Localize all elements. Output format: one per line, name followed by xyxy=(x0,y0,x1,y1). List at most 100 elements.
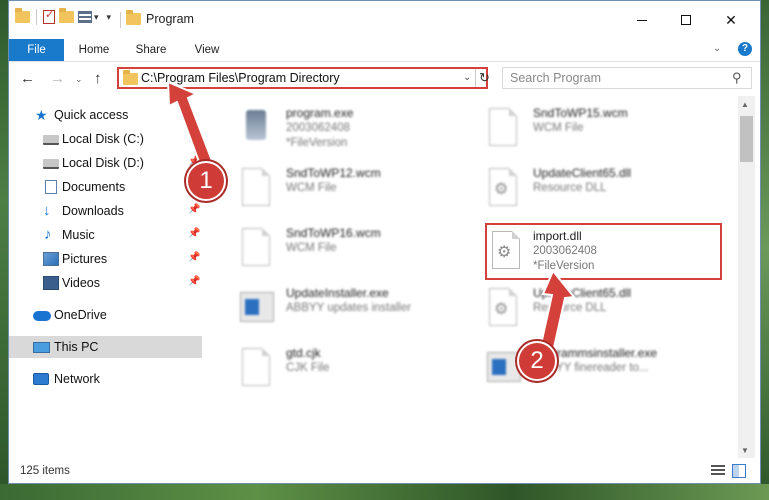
pictures-icon xyxy=(43,252,59,266)
file-name: gtd.cjk xyxy=(286,346,321,360)
pin-icon[interactable]: 📌 xyxy=(188,204,200,215)
pin-icon[interactable]: 📌 xyxy=(188,276,200,287)
sidebar-item-music[interactable]: ♪ Music 📌 xyxy=(9,224,202,246)
file-detail: ABBYY updates installer xyxy=(286,302,412,314)
file-item[interactable]: SndToWP16.wcm WCM File xyxy=(238,226,468,280)
file-name: SndToWP12.wcm xyxy=(286,166,381,180)
back-arrow-icon[interactable]: ← xyxy=(20,70,35,87)
status-bar: 125 items xyxy=(9,458,760,483)
navigation-bar: ← → ⌄ ↑ C:\Program Files\Program Directo… xyxy=(9,62,760,96)
file-detail: WCM File xyxy=(286,182,337,194)
file-detail: WCM File xyxy=(533,122,584,134)
sidebar-item-label: Pictures xyxy=(62,252,108,266)
scroll-down-icon[interactable]: ▼ xyxy=(741,446,749,455)
recent-locations-chevron-icon[interactable]: ⌄ xyxy=(75,74,83,85)
sidebar-item-documents[interactable]: Documents 📌 xyxy=(9,176,202,198)
videos-icon xyxy=(43,276,59,290)
file-name: UpdateClient65.dll xyxy=(533,286,632,300)
minimize-button[interactable] xyxy=(619,1,665,39)
up-arrow-icon[interactable]: ↑ xyxy=(94,70,102,87)
new-folder-icon[interactable] xyxy=(59,8,74,23)
pin-icon[interactable]: 📌 xyxy=(188,228,200,239)
cloud-icon xyxy=(33,311,51,321)
title-folder-icon xyxy=(126,10,141,25)
tab-share[interactable]: Share xyxy=(127,39,175,61)
properties-icon[interactable] xyxy=(78,11,92,23)
file-icon xyxy=(238,346,274,390)
pin-icon[interactable]: 📌 xyxy=(188,132,200,143)
file-name: UpdateClient65.dll xyxy=(533,166,632,180)
sidebar-item-label: Music xyxy=(62,228,95,242)
network-icon xyxy=(33,373,49,385)
scroll-up-icon[interactable]: ▲ xyxy=(741,100,749,109)
maximize-button[interactable] xyxy=(663,1,709,39)
search-icon[interactable]: ⚲ xyxy=(732,70,742,86)
file-detail: 2003062408 xyxy=(286,122,350,134)
address-path[interactable]: C:\Program Files\Program Directory xyxy=(141,71,340,85)
file-item[interactable]: SndToWP15.wcm WCM File xyxy=(485,106,715,160)
sidebar-item-local-disk-d[interactable]: Local Disk (D:) 📌 xyxy=(9,152,202,174)
sidebar-item-label: Local Disk (C:) xyxy=(62,132,144,146)
import-dll-highlight-box xyxy=(485,223,722,280)
large-icons-view-icon[interactable] xyxy=(732,464,746,478)
star-icon: ★ xyxy=(35,107,48,123)
vertical-scrollbar[interactable]: ▲ ▼ xyxy=(738,96,755,458)
quick-access-toolbar: ▾ ▾ xyxy=(15,8,112,25)
pin-icon[interactable]: 📌 xyxy=(188,252,200,263)
item-count: 125 items xyxy=(20,465,70,477)
file-item[interactable]: SndToWP12.wcm WCM File xyxy=(238,166,468,220)
minimize-icon xyxy=(637,19,647,21)
dll-gear-icon: ⚙ xyxy=(485,166,521,210)
title-bar: ▾ ▾ Program ✕ xyxy=(9,1,760,39)
maximize-icon xyxy=(681,15,691,25)
close-button[interactable]: ✕ xyxy=(708,1,754,39)
installer-icon xyxy=(485,346,521,390)
file-item[interactable]: ⚙ UpdateClient65.dll Resource DLL xyxy=(485,166,715,220)
tab-home[interactable]: Home xyxy=(71,39,117,61)
sidebar-item-videos[interactable]: Videos 📌 xyxy=(9,272,202,294)
search-input[interactable]: Search Program ⚲ xyxy=(502,67,752,89)
file-item[interactable]: gtd.cjk CJK File xyxy=(238,346,468,400)
executable-icon xyxy=(238,106,274,150)
sidebar-item-local-disk-c[interactable]: Local Disk (C:) 📌 xyxy=(9,128,202,150)
title-separator xyxy=(120,12,121,28)
file-detail: WCM File xyxy=(286,242,337,254)
sidebar-item-label: Videos xyxy=(62,276,100,290)
sidebar-item-onedrive[interactable]: OneDrive xyxy=(9,304,202,326)
forward-arrow-icon[interactable]: → xyxy=(50,70,65,87)
refresh-icon[interactable]: ↻ xyxy=(479,70,490,86)
file-list: program.exe 2003062408 *FileVersion SndT… xyxy=(202,96,738,458)
sidebar-item-label: Local Disk (D:) xyxy=(62,156,144,170)
help-button[interactable]: ? xyxy=(738,42,752,56)
tab-file[interactable]: File xyxy=(9,39,64,61)
file-icon xyxy=(238,166,274,210)
tab-view[interactable]: View xyxy=(185,39,229,61)
sidebar-item-network[interactable]: Network xyxy=(9,368,202,390)
address-bar[interactable]: C:\Program Files\Program Directory ⌄ ↻ xyxy=(117,67,490,89)
customize-toolbar-icon[interactable]: ▾ xyxy=(107,12,112,23)
file-name: SndToWP16.wcm xyxy=(286,226,381,240)
properties-check-icon[interactable] xyxy=(43,8,55,24)
file-explorer-window: ▾ ▾ Program ✕ File Home Share View ⌄ ? ←… xyxy=(8,0,761,484)
file-detail: Resource DLL xyxy=(533,182,607,194)
sidebar-item-pictures[interactable]: Pictures 📌 xyxy=(9,248,202,270)
details-view-icon[interactable] xyxy=(711,465,725,477)
file-item[interactable]: UpdateInstaller.exe ABBYY updates instal… xyxy=(238,286,468,340)
sidebar-item-quick-access[interactable]: ★ Quick access xyxy=(9,104,202,126)
address-folder-icon xyxy=(123,70,138,85)
sidebar-item-label: Quick access xyxy=(54,108,129,122)
drive-icon xyxy=(43,135,59,145)
file-item[interactable]: ⚙ UpdateClient65.dll Resource DLL xyxy=(485,286,715,340)
address-dropdown-icon[interactable]: ⌄ xyxy=(463,72,471,83)
file-item[interactable]: program.exe 2003062408 *FileVersion xyxy=(238,106,468,160)
sidebar-item-label: This PC xyxy=(54,340,99,354)
sidebar-item-downloads[interactable]: ↓ Downloads 📌 xyxy=(9,200,202,222)
file-name: UpdateInstaller.exe xyxy=(286,286,389,300)
step-2-badge: 2 xyxy=(517,341,557,381)
sidebar-item-this-pc[interactable]: This PC xyxy=(9,336,202,358)
scroll-thumb[interactable] xyxy=(740,116,753,162)
folder-icon[interactable] xyxy=(15,8,30,23)
chevron-down-icon[interactable]: ▾ xyxy=(94,12,99,23)
file-detail: CJK File xyxy=(286,362,330,374)
expand-ribbon-icon[interactable]: ⌄ xyxy=(713,43,721,54)
